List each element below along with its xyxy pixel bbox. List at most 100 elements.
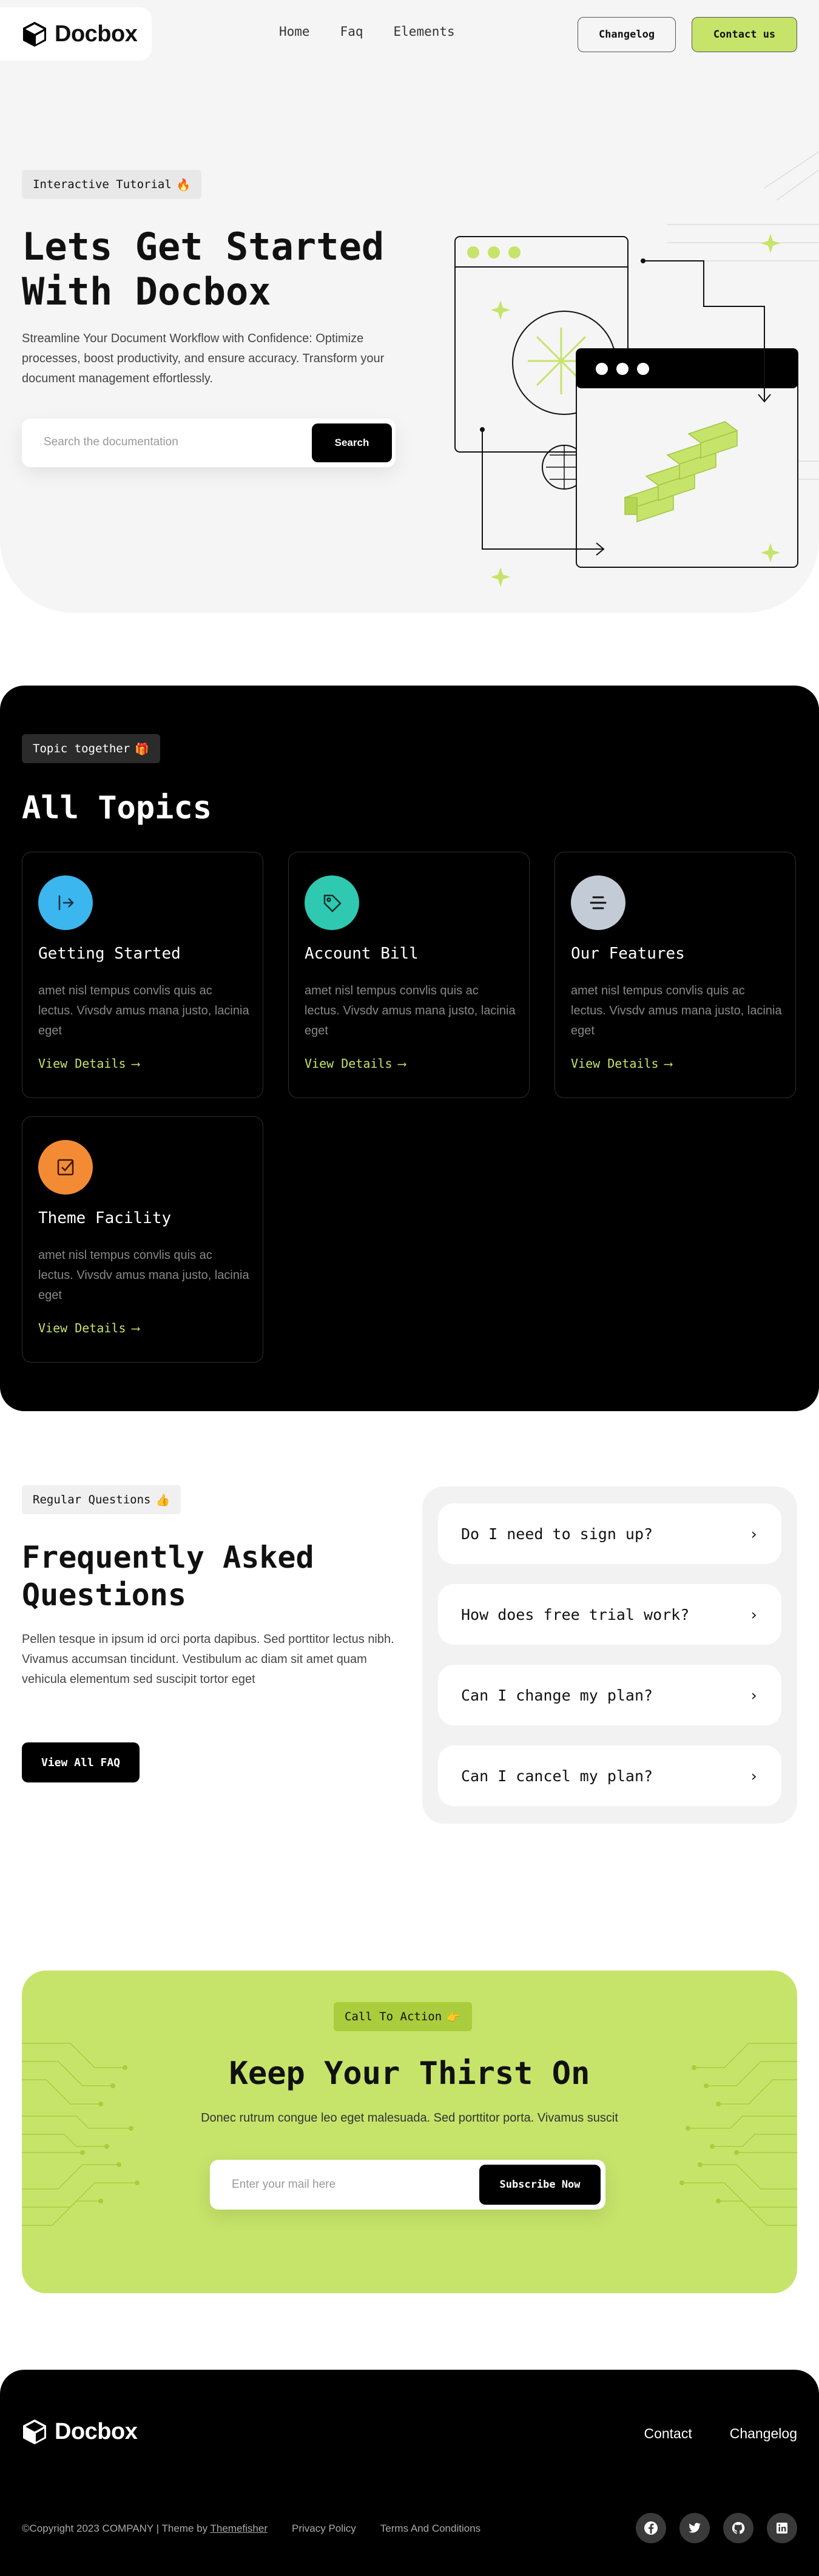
view-details-link[interactable]: View Details ⟶ [571, 1056, 672, 1071]
topics-badge-label: Topic together [33, 742, 130, 755]
card-description: amet nisl tempus convlis quis ac lectus.… [571, 984, 782, 1037]
topics-section: Topic together 🎁 All Topics Getting Star… [0, 686, 819, 1411]
chevron-right-icon: › [749, 1767, 758, 1785]
cta-badge-label: Call To Action [345, 2010, 442, 2023]
topic-card-our-features[interactable]: Our Features amet nisl tempus convlis qu… [554, 852, 796, 1098]
nav-link-elements[interactable]: Elements [394, 24, 455, 39]
circuit-decoration-right [679, 2043, 797, 2226]
hero-badge-label: Interactive Tutorial [33, 178, 172, 191]
card-title: Our Features [571, 945, 685, 963]
chevron-right-icon: › [749, 1605, 758, 1623]
chevron-right-icon: › [749, 1525, 758, 1543]
faq-item[interactable]: How does free trial work? › [438, 1584, 781, 1645]
tag-icon [305, 875, 359, 930]
topics-title: All Topics [22, 790, 212, 826]
view-all-faq-button[interactable]: View All FAQ [22, 1742, 140, 1782]
social-links [636, 2513, 797, 2543]
cta-description: Donec rutrum congue leo eget malesuada. … [201, 2111, 618, 2125]
footer-links: Contact Changelog [644, 2426, 797, 2442]
arrow-right-icon: ⟶ [132, 1056, 140, 1071]
subscribe-button[interactable]: Subscribe Now [479, 2165, 601, 2205]
pointing-hand-icon: 👉 [447, 2010, 461, 2024]
list-icon [571, 875, 625, 930]
faq-question: How does free trial work? [461, 1605, 690, 1623]
copyright-label: ©Copyright 2023 COMPANY | Theme by [22, 2523, 208, 2534]
logo[interactable]: Docbox [0, 7, 152, 61]
card-title: Getting Started [38, 945, 181, 963]
topic-card-theme-facility[interactable]: Theme Facility amet nisl tempus convlis … [22, 1116, 263, 1363]
github-icon[interactable] [723, 2513, 753, 2543]
arrow-right-icon: ⟶ [664, 1056, 672, 1071]
changelog-button[interactable]: Changelog [578, 17, 676, 52]
gift-icon: 🎁 [135, 742, 149, 756]
view-details-link[interactable]: View Details ⟶ [38, 1056, 140, 1071]
sign-in-icon [38, 875, 93, 930]
thumbs-up-icon: 👍 [155, 1493, 170, 1507]
footer-logo[interactable]: Docbox [22, 2418, 138, 2445]
faq-title: Frequently Asked Questions [22, 1539, 386, 1614]
faq-accordion: Do I need to sign up? › How does free tr… [422, 1486, 797, 1824]
chevron-right-icon: › [749, 1686, 758, 1704]
faq-badge-label: Regular Questions [33, 1493, 151, 1506]
faq-question: Can I cancel my plan? [461, 1767, 653, 1785]
email-input[interactable]: Enter your mail here [232, 2178, 335, 2191]
search-button[interactable]: Search [312, 423, 392, 462]
theme-author-link[interactable]: Themefisher [211, 2523, 268, 2534]
card-title: Account Bill [305, 945, 419, 963]
faq-question: Can I change my plan? [461, 1686, 653, 1704]
facebook-icon[interactable] [636, 2513, 666, 2543]
subscribe-form: Enter your mail here Subscribe Now [210, 2160, 605, 2210]
nav-link-home[interactable]: Home [279, 24, 310, 39]
faq-title-line2: Questions [22, 1577, 186, 1613]
faq-description: Pellen tesque in ipsum id orci porta dap… [22, 1633, 394, 1686]
hero-title: Lets Get Started With Docbox [22, 224, 447, 314]
nav-link-faq[interactable]: Faq [340, 24, 363, 39]
arrow-right-icon: ⟶ [398, 1056, 406, 1071]
cube-logo-icon [23, 22, 46, 47]
faq-question: Do I need to sign up? [461, 1525, 653, 1543]
top-nav: Docbox Home Faq Elements Changelog Conta… [0, 0, 819, 67]
hero-badge: Interactive Tutorial 🔥 [22, 170, 202, 199]
card-description: amet nisl tempus convlis quis ac lectus.… [305, 984, 516, 1037]
faq-item[interactable]: Do I need to sign up? › [438, 1503, 781, 1564]
privacy-policy-link[interactable]: Privacy Policy [292, 2523, 356, 2535]
card-description: amet nisl tempus convlis quis ac lectus.… [38, 984, 249, 1037]
twitter-icon[interactable] [679, 2513, 710, 2543]
topic-card-getting-started[interactable]: Getting Started amet nisl tempus convlis… [22, 852, 263, 1098]
view-details-link[interactable]: View Details ⟶ [38, 1321, 140, 1335]
faq-item[interactable]: Can I change my plan? › [438, 1665, 781, 1725]
cube-logo-icon [23, 2419, 46, 2444]
contact-button[interactable]: Contact us [692, 17, 797, 52]
cta-badge: Call To Action 👉 [334, 2002, 472, 2031]
checkbox-icon [38, 1140, 93, 1195]
topics-badge: Topic together 🎁 [22, 734, 160, 763]
brand-name: Docbox [55, 2418, 138, 2444]
cta-title: Keep Your Thirst On [229, 2055, 590, 2092]
faq-title-line1: Frequently Asked [22, 1540, 314, 1575]
copyright-text: ©Copyright 2023 COMPANY | Theme by Theme… [22, 2523, 268, 2535]
search-input[interactable]: Search the documentation [44, 436, 178, 449]
search-bar: Search the documentation Search [22, 419, 396, 467]
terms-link[interactable]: Terms And Conditions [380, 2523, 480, 2535]
cta-section: Call To Action 👉 Keep Your Thirst On Don… [22, 1971, 797, 2293]
hero-section: Interactive Tutorial 🔥 Lets Get Started … [0, 67, 819, 613]
faq-badge: Regular Questions 👍 [22, 1485, 181, 1514]
arrow-right-icon: ⟶ [132, 1321, 140, 1335]
fire-icon: 🔥 [176, 178, 191, 192]
topic-card-account-bill[interactable]: Account Bill amet nisl tempus convlis qu… [288, 852, 530, 1098]
hero-description: Streamline Your Document Workflow with C… [22, 332, 385, 385]
brand-name: Docbox [55, 21, 138, 47]
copyright-bar: ©Copyright 2023 COMPANY | Theme by Theme… [22, 2523, 480, 2535]
card-description: amet nisl tempus convlis quis ac lectus.… [38, 1249, 249, 1302]
hero-title-line1: Lets Get Started [22, 224, 385, 269]
faq-item[interactable]: Can I cancel my plan? › [438, 1745, 781, 1806]
footer: Docbox Contact Changelog ©Copyright 2023… [0, 2370, 819, 2576]
card-title: Theme Facility [38, 1209, 172, 1227]
hero-title-line2: With Docbox [22, 269, 271, 314]
view-details-link[interactable]: View Details ⟶ [305, 1056, 406, 1071]
circuit-decoration-left [22, 2043, 140, 2226]
footer-link-contact[interactable]: Contact [644, 2426, 692, 2442]
footer-link-changelog[interactable]: Changelog [730, 2426, 797, 2442]
linkedin-icon[interactable] [767, 2513, 797, 2543]
hero-illustration [454, 151, 819, 587]
